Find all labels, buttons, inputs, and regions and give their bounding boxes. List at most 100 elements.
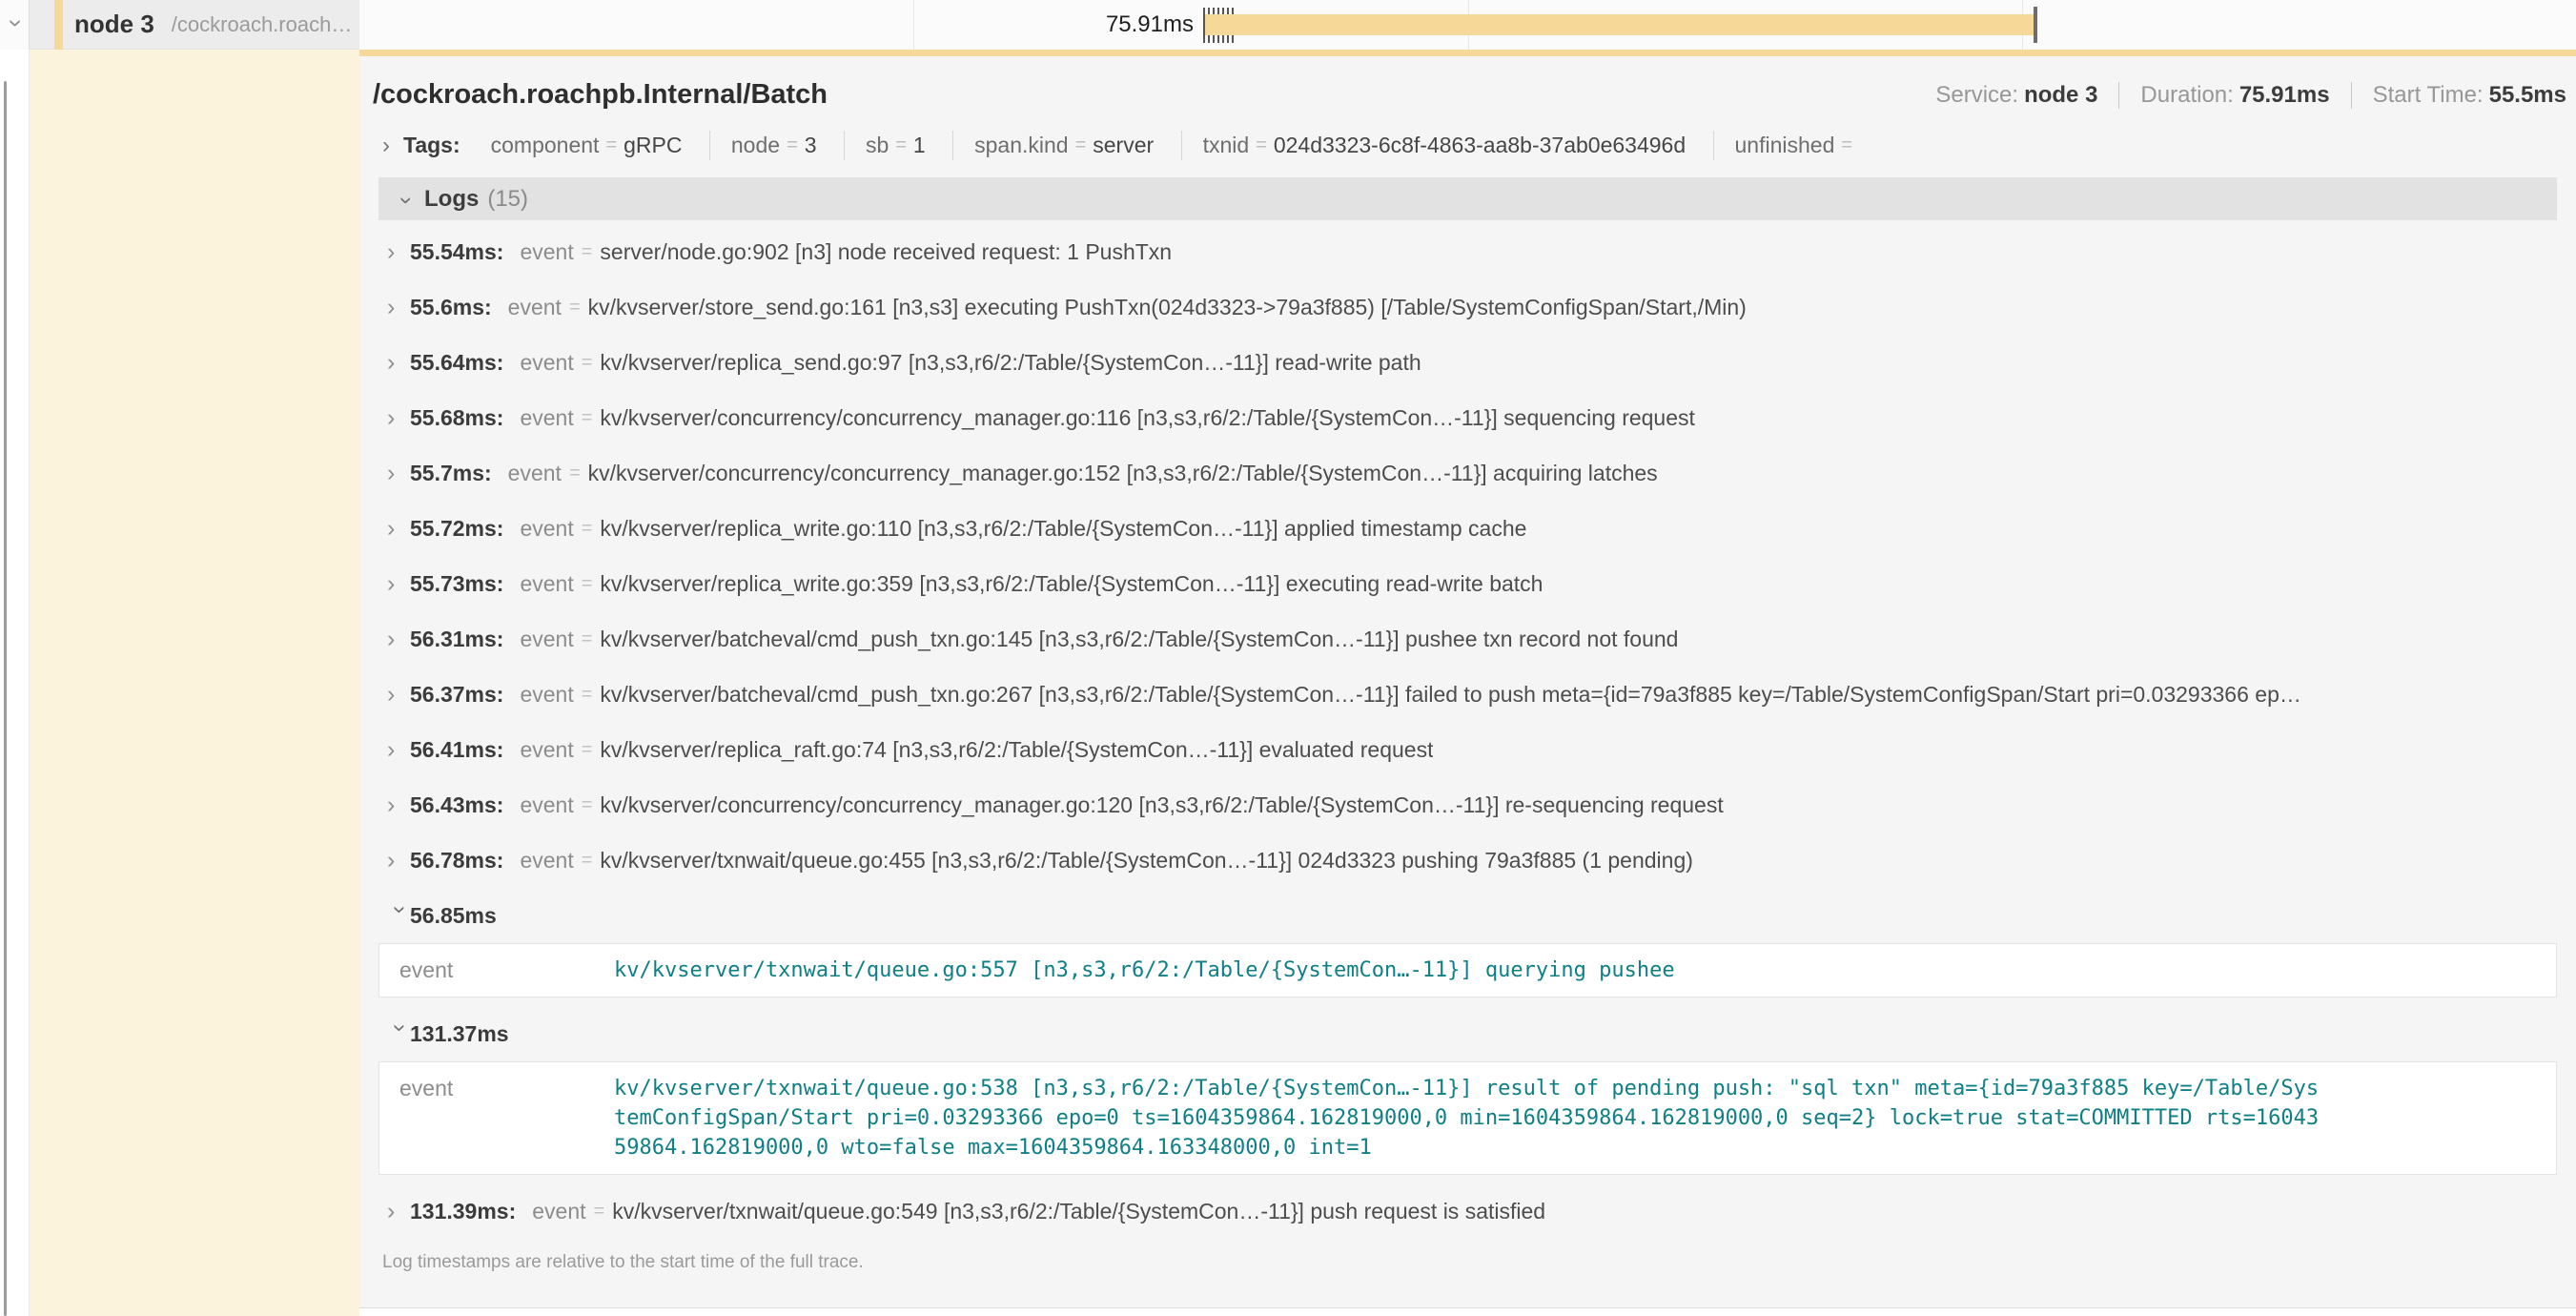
log-row-expanded: › 131.37ms event kv/kvserver/txnwait/que… <box>378 1006 2557 1175</box>
log-message: kv/kvserver/txnwait/queue.go:549 [n3,s3,… <box>612 1199 1545 1224</box>
tags-label: Tags: <box>403 133 460 158</box>
equals-sign: = <box>582 573 593 595</box>
log-timestamp: 56.41ms: <box>410 737 503 763</box>
chevron-right-icon[interactable]: › <box>387 849 410 873</box>
chevron-right-icon[interactable]: › <box>387 572 410 596</box>
tag-item: component = gRPC <box>470 131 704 160</box>
chevron-right-icon[interactable]: › <box>387 683 410 707</box>
logs-title: Logs <box>424 186 479 213</box>
log-row-expanded: › 56.85ms event kv/kvserver/txnwait/queu… <box>378 888 2557 997</box>
log-detail-card: event kv/kvserver/txnwait/queue.go:538 [… <box>378 1061 2557 1175</box>
equals-sign: = <box>605 134 617 156</box>
log-field-name: event <box>520 792 573 818</box>
span-duration-bar[interactable] <box>1205 14 2035 35</box>
chevron-right-icon[interactable]: › <box>387 627 410 651</box>
log-row[interactable]: › 55.68ms: event = kv/kvserver/concurren… <box>378 390 2557 445</box>
log-timestamp: 55.6ms: <box>410 295 492 320</box>
log-timestamp: 56.43ms: <box>410 792 503 818</box>
log-row[interactable]: › 55.72ms: event = kv/kvserver/replica_w… <box>378 501 2557 556</box>
equals-sign: = <box>569 297 581 319</box>
equals-sign: = <box>582 241 593 263</box>
span-meta: Service:node 3 Duration:75.91ms Start Ti… <box>1935 82 2566 109</box>
chevron-right-icon[interactable]: › <box>387 1200 410 1223</box>
tag-item: span.kind = server <box>952 131 1175 160</box>
collapse-children-chevron-icon[interactable]: › <box>5 19 30 28</box>
log-timestamp: 55.73ms: <box>410 571 503 597</box>
log-rows: › 55.54ms: event = server/node.go:902 [n… <box>378 224 2557 1239</box>
log-field-name: event <box>520 350 573 376</box>
log-message: kv/kvserver/concurrency/concurrency_mana… <box>600 405 1694 431</box>
tag-item: sb = 1 <box>844 131 947 160</box>
log-message: server/node.go:902 [n3] node received re… <box>600 239 1172 265</box>
log-row[interactable]: › 56.43ms: event = kv/kvserver/concurren… <box>378 777 2557 833</box>
chevron-right-icon[interactable]: › <box>387 738 410 762</box>
log-timestamp: 131.37ms <box>410 1021 509 1047</box>
equals-sign: = <box>787 134 798 156</box>
log-field-name: event <box>379 956 614 985</box>
equals-sign: = <box>569 463 581 484</box>
chevron-right-icon[interactable]: › <box>387 406 410 430</box>
log-message: kv/kvserver/batcheval/cmd_push_txn.go:14… <box>600 627 1678 652</box>
log-row-header[interactable]: › 131.37ms <box>378 1006 2557 1061</box>
meta-start-time: Start Time:55.5ms <box>2351 82 2566 109</box>
log-timestamp: 56.78ms: <box>410 848 503 874</box>
log-timestamp: 55.68ms: <box>410 405 503 431</box>
left-scrollbar[interactable] <box>4 81 7 1316</box>
tags-row[interactable]: › Tags: component = gRPC node = 3 sb = 1… <box>359 111 2576 160</box>
log-timestamp: 56.37ms: <box>410 682 503 708</box>
tag-item: txnid = 024d3323-6c8f-4863-aa8b-37ab0e63… <box>1181 131 1707 160</box>
log-field-name: event <box>520 239 573 265</box>
log-field-name: event <box>532 1199 585 1224</box>
chevron-down-icon[interactable]: › <box>388 905 412 928</box>
chevron-right-icon[interactable]: › <box>387 517 410 541</box>
span-row: › node 3 /cockroach.roach… 75.91ms <box>0 0 2576 50</box>
log-message: kv/kvserver/replica_write.go:359 [n3,s3,… <box>600 571 1543 597</box>
log-field-name: event <box>520 627 573 652</box>
log-message: kv/kvserver/replica_write.go:110 [n3,s3,… <box>600 516 1526 542</box>
logs-header[interactable]: › Logs (15) <box>378 177 2557 220</box>
log-message: kv/kvserver/txnwait/queue.go:538 [n3,s3,… <box>614 1074 2322 1162</box>
log-message: kv/kvserver/store_send.go:161 [n3,s3] ex… <box>588 295 1747 320</box>
chevron-right-icon[interactable]: › <box>387 793 410 817</box>
log-row[interactable]: › 55.7ms: event = kv/kvserver/concurrenc… <box>378 445 2557 501</box>
tag-key: unfinished <box>1735 133 1835 158</box>
equals-sign: = <box>582 628 593 650</box>
log-field-name: event <box>520 848 573 874</box>
chevron-right-icon[interactable]: › <box>387 351 410 375</box>
log-row[interactable]: › 56.37ms: event = kv/kvserver/batcheval… <box>378 667 2557 722</box>
tag-value: server <box>1093 133 1154 158</box>
log-row[interactable]: › 55.54ms: event = server/node.go:902 [n… <box>378 224 2557 279</box>
chevron-right-icon[interactable]: › <box>387 462 410 485</box>
log-row[interactable]: › 56.41ms: event = kv/kvserver/replica_r… <box>378 722 2557 777</box>
meta-duration: Duration:75.91ms <box>2118 82 2329 109</box>
chevron-right-icon[interactable]: › <box>387 240 410 264</box>
log-message: kv/kvserver/batcheval/cmd_push_txn.go:26… <box>600 682 2300 708</box>
chevron-down-icon[interactable]: › <box>388 1023 412 1046</box>
equals-sign: = <box>582 352 593 374</box>
logs-count: (15) <box>487 186 528 213</box>
span-name-cell[interactable]: node 3 /cockroach.roach… <box>29 0 359 50</box>
span-title: /cockroach.roachpb.Internal/Batch <box>373 79 828 111</box>
log-message: kv/kvserver/txnwait/queue.go:455 [n3,s3,… <box>600 848 1693 874</box>
span-duration-label: 75.91ms <box>953 11 1194 38</box>
equals-sign: = <box>1841 134 1852 156</box>
chevron-right-icon[interactable]: › <box>382 134 390 157</box>
log-row[interactable]: › 56.31ms: event = kv/kvserver/batcheval… <box>378 611 2557 667</box>
log-row-header[interactable]: › 56.85ms <box>378 888 2557 943</box>
log-field-name: event <box>520 571 573 597</box>
log-timestamp: 55.64ms: <box>410 350 503 376</box>
log-row[interactable]: › 131.39ms: event = kv/kvserver/txnwait/… <box>378 1183 2557 1239</box>
meta-service: Service:node 3 <box>1935 82 2097 109</box>
chevron-down-icon[interactable]: › <box>395 196 418 204</box>
log-field-name: event <box>520 516 573 542</box>
chevron-right-icon[interactable]: › <box>387 296 410 319</box>
log-row[interactable]: › 55.6ms: event = kv/kvserver/store_send… <box>378 279 2557 335</box>
log-detail-card: event kv/kvserver/txnwait/queue.go:557 [… <box>378 943 2557 997</box>
log-message: kv/kvserver/concurrency/concurrency_mana… <box>600 792 1723 818</box>
log-row[interactable]: › 55.73ms: event = kv/kvserver/replica_w… <box>378 556 2557 611</box>
tag-value: gRPC <box>624 133 682 158</box>
log-row[interactable]: › 56.78ms: event = kv/kvserver/txnwait/q… <box>378 833 2557 888</box>
log-row[interactable]: › 55.64ms: event = kv/kvserver/replica_s… <box>378 335 2557 390</box>
tag-value: 024d3323-6c8f-4863-aa8b-37ab0e63496d <box>1274 133 1686 158</box>
log-field-name: event <box>508 295 562 320</box>
